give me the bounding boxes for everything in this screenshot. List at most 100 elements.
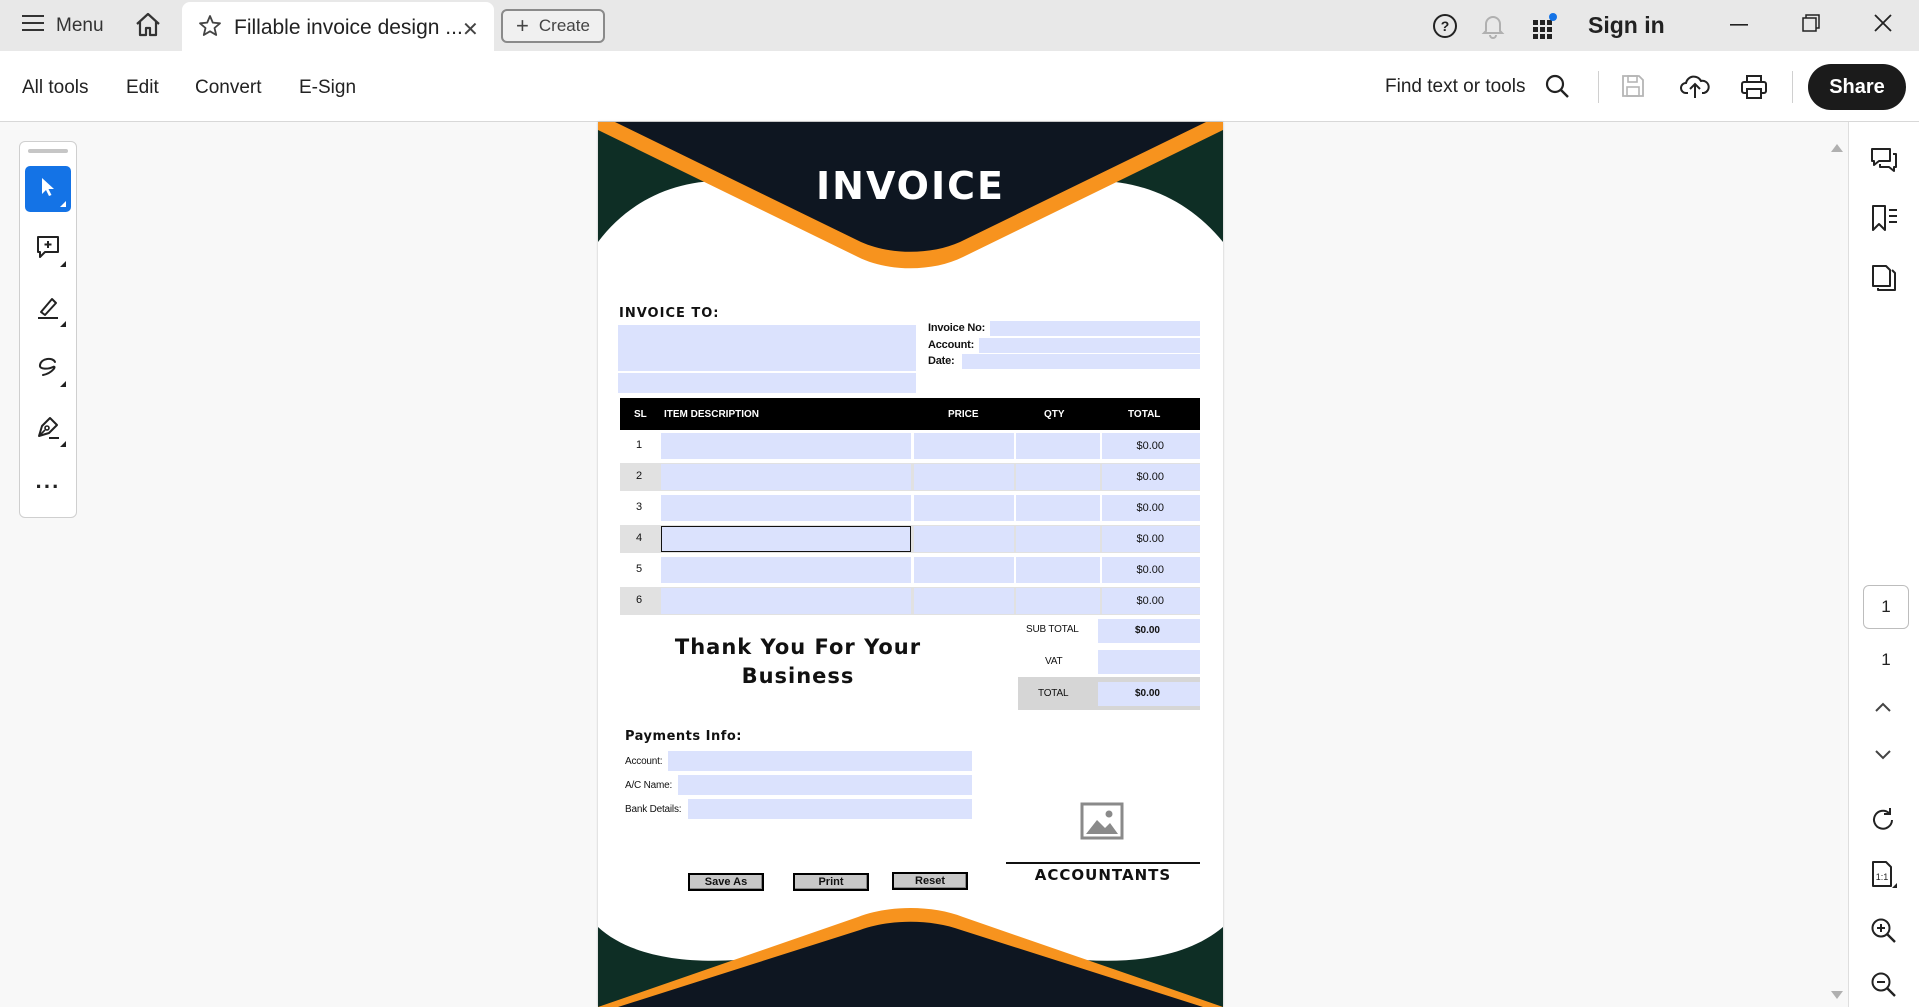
menu-edit[interactable]: Edit bbox=[126, 77, 159, 99]
price-field[interactable] bbox=[914, 557, 1014, 583]
zoom-out-icon[interactable] bbox=[1869, 970, 1897, 1003]
restore-button[interactable] bbox=[1796, 10, 1826, 40]
tab-close-icon[interactable]: ✕ bbox=[462, 17, 479, 42]
qty-field[interactable] bbox=[1016, 526, 1100, 552]
date-field[interactable] bbox=[962, 354, 1200, 369]
account-meta-field[interactable] bbox=[979, 338, 1200, 353]
price-field[interactable] bbox=[914, 588, 1014, 614]
toolbar-divider bbox=[1598, 71, 1599, 103]
main-toolbar: All tools Edit Convert E-Sign Find text … bbox=[0, 51, 1919, 122]
col-total: TOTAL bbox=[1128, 409, 1161, 420]
row-total: $0.00 bbox=[1136, 502, 1164, 514]
highlight-tool-button[interactable] bbox=[25, 286, 71, 332]
minimize-button[interactable] bbox=[1724, 10, 1754, 40]
highlighter-pen-icon bbox=[35, 294, 61, 325]
row-sl: 2 bbox=[636, 470, 642, 482]
restore-icon bbox=[1801, 13, 1821, 38]
toolbar-divider bbox=[1792, 71, 1793, 103]
rotate-icon[interactable] bbox=[1869, 806, 1897, 839]
scroll-up-arrow-icon[interactable] bbox=[1831, 144, 1843, 152]
reset-button[interactable]: Reset bbox=[892, 872, 968, 890]
payment-ac-name-field[interactable] bbox=[678, 775, 972, 795]
item-description-field[interactable] bbox=[661, 588, 911, 614]
payment-bank-details-field[interactable] bbox=[688, 799, 972, 819]
right-side-rail: 1 1 1:1 bbox=[1848, 122, 1919, 1007]
menu-all-tools[interactable]: All tools bbox=[22, 77, 89, 99]
share-button[interactable]: Share bbox=[1808, 64, 1906, 110]
payment-bank-details-label: Bank Details: bbox=[625, 804, 682, 815]
row-total: $0.00 bbox=[1136, 533, 1164, 545]
document-tab[interactable]: Fillable invoice design ... ✕ bbox=[182, 2, 494, 51]
invoice-to-field-1[interactable] bbox=[618, 325, 916, 371]
zoom-in-icon[interactable] bbox=[1869, 916, 1897, 949]
star-icon[interactable] bbox=[198, 14, 222, 43]
price-field[interactable] bbox=[914, 495, 1014, 521]
window-close-button[interactable] bbox=[1868, 10, 1898, 40]
search-icon[interactable] bbox=[1544, 73, 1570, 104]
item-description-field[interactable] bbox=[661, 433, 911, 459]
apps-button[interactable] bbox=[1530, 12, 1558, 45]
payment-ac-name-label: A/C Name: bbox=[625, 780, 673, 791]
draw-tool-button[interactable] bbox=[25, 346, 71, 392]
price-field[interactable] bbox=[914, 433, 1014, 459]
select-tool-button[interactable] bbox=[25, 166, 71, 212]
more-dots-icon: ··· bbox=[35, 474, 61, 499]
image-placeholder-icon[interactable] bbox=[1080, 802, 1124, 845]
actual-size-icon[interactable]: 1:1 bbox=[1869, 860, 1899, 895]
close-icon bbox=[1873, 13, 1893, 38]
print-icon[interactable] bbox=[1740, 73, 1768, 106]
item-description-field[interactable] bbox=[661, 557, 911, 583]
item-description-field[interactable] bbox=[661, 464, 911, 490]
vat-label: VAT bbox=[1045, 656, 1063, 667]
panel-drag-handle[interactable] bbox=[28, 149, 68, 153]
date-label: Date: bbox=[928, 355, 955, 367]
next-page-icon[interactable] bbox=[1873, 748, 1893, 767]
qty-field[interactable] bbox=[1016, 588, 1100, 614]
payments-info-title: Payments Info: bbox=[625, 729, 742, 744]
help-button[interactable]: ? bbox=[1432, 13, 1458, 44]
menu-button[interactable]: Menu bbox=[22, 12, 104, 40]
item-description-field-focused[interactable] bbox=[661, 526, 911, 552]
notifications-button[interactable] bbox=[1480, 13, 1506, 44]
save-as-button[interactable]: Save As bbox=[688, 873, 764, 891]
bookmarks-icon[interactable] bbox=[1869, 204, 1899, 237]
payment-account-field[interactable] bbox=[668, 751, 972, 771]
more-tools-button[interactable]: ··· bbox=[25, 464, 71, 510]
menu-e-sign[interactable]: E-Sign bbox=[299, 77, 356, 99]
add-comment-icon bbox=[35, 234, 61, 265]
row-total: $0.00 bbox=[1136, 564, 1164, 576]
item-description-field[interactable] bbox=[661, 495, 911, 521]
add-comment-tool-button[interactable] bbox=[25, 226, 71, 272]
price-field[interactable] bbox=[914, 526, 1014, 552]
accountants-label: ACCOUNTANTS bbox=[1034, 866, 1172, 884]
qty-field[interactable] bbox=[1016, 464, 1100, 490]
save-icon[interactable] bbox=[1620, 73, 1646, 104]
create-button[interactable]: + Create bbox=[501, 9, 605, 43]
scroll-down-arrow-icon[interactable] bbox=[1831, 991, 1843, 999]
home-button[interactable] bbox=[134, 11, 162, 41]
find-text-or-tools[interactable]: Find text or tools bbox=[1385, 76, 1525, 98]
home-icon bbox=[134, 11, 162, 42]
print-form-button[interactable]: Print bbox=[793, 873, 869, 891]
payment-account-label: Account: bbox=[625, 756, 663, 767]
account-meta-label: Account: bbox=[928, 339, 975, 351]
comments-icon[interactable] bbox=[1869, 146, 1899, 179]
cloud-upload-icon[interactable] bbox=[1680, 71, 1710, 106]
previous-page-icon[interactable] bbox=[1873, 700, 1893, 719]
qty-field[interactable] bbox=[1016, 433, 1100, 459]
total-pages: 1 bbox=[1881, 650, 1891, 669]
qty-field[interactable] bbox=[1016, 557, 1100, 583]
current-page-input[interactable]: 1 bbox=[1863, 585, 1909, 629]
invoice-no-field[interactable] bbox=[990, 321, 1200, 336]
sign-in-button[interactable]: Sign in bbox=[1588, 12, 1665, 39]
vertical-scrollbar[interactable] bbox=[1826, 140, 1846, 1007]
sign-tool-button[interactable] bbox=[25, 406, 71, 452]
col-qty: QTY bbox=[1044, 409, 1065, 420]
invoice-to-field-2[interactable] bbox=[618, 373, 916, 393]
vat-field[interactable] bbox=[1098, 650, 1200, 674]
price-field[interactable] bbox=[914, 464, 1014, 490]
menu-convert[interactable]: Convert bbox=[195, 77, 262, 99]
row-sl: 6 bbox=[636, 594, 642, 606]
page-thumbnails-icon[interactable] bbox=[1869, 262, 1899, 297]
qty-field[interactable] bbox=[1016, 495, 1100, 521]
